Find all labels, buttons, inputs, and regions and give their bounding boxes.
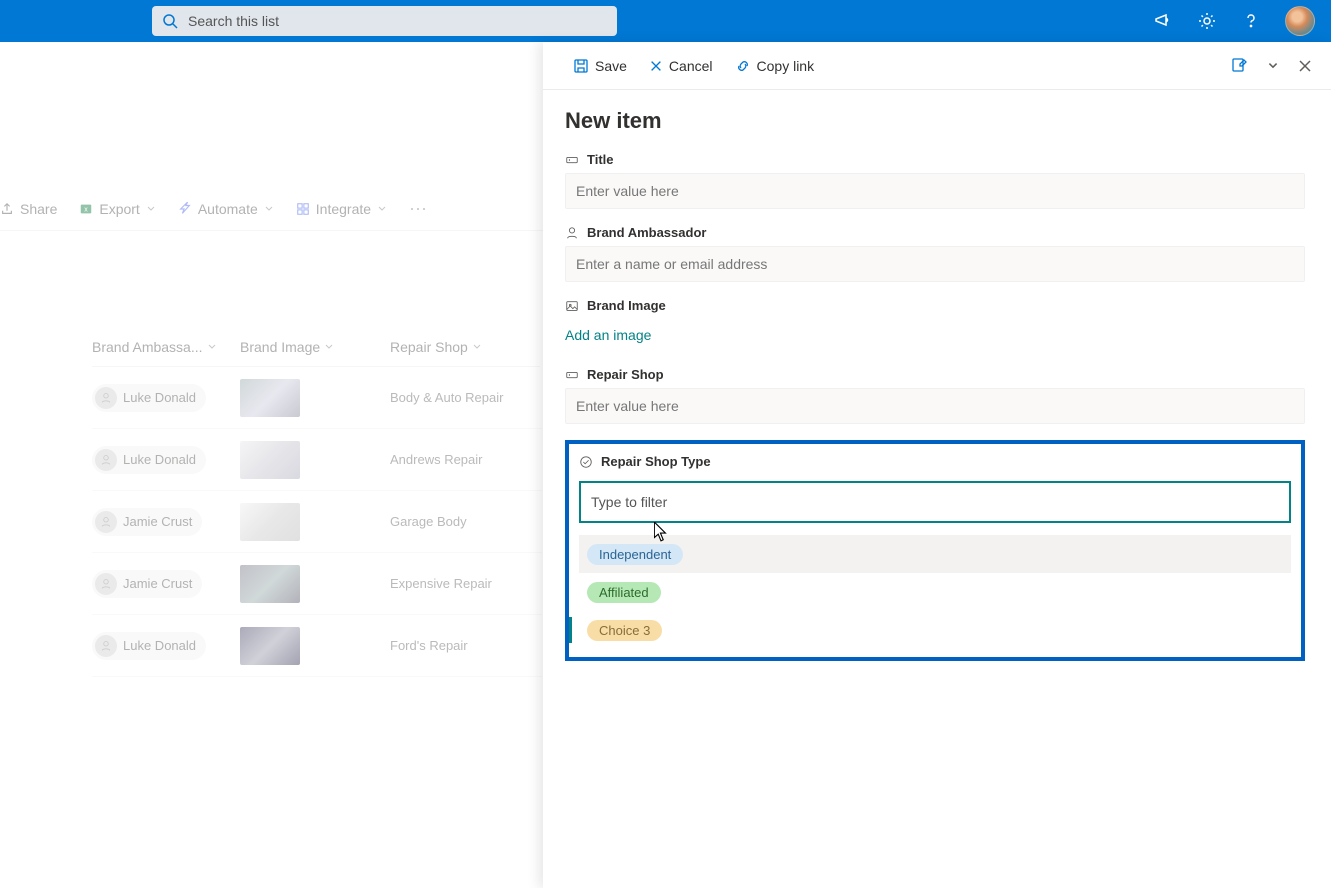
- panel-title: New item: [565, 108, 1305, 134]
- new-item-panel: Save Cancel Copy link New item Title: [543, 42, 1331, 888]
- row-thumb: [240, 627, 300, 665]
- field-brand-ambassador: Brand Ambassador: [565, 225, 1305, 282]
- repair-cell: Body & Auto Repair: [390, 390, 503, 405]
- repair-cell: Andrews Repair: [390, 452, 483, 467]
- cancel-button[interactable]: Cancel: [649, 58, 713, 74]
- person-icon: [565, 226, 579, 240]
- automate-button[interactable]: Automate: [178, 201, 274, 217]
- chevron-down-icon: [377, 204, 387, 214]
- row-thumb: [240, 379, 300, 417]
- person-pill: Jamie Crust: [92, 570, 202, 598]
- title-label: Title: [587, 152, 614, 167]
- text-field-icon: [565, 368, 579, 382]
- row-thumb: [240, 565, 300, 603]
- person-pill: Jamie Crust: [92, 508, 202, 536]
- chevron-down-icon: [146, 204, 156, 214]
- choice-dropdown: Independent Affiliated Choice 3: [579, 529, 1291, 649]
- col-header-repair-shop[interactable]: Repair Shop: [390, 339, 540, 355]
- help-icon[interactable]: [1241, 11, 1261, 31]
- share-button[interactable]: Share: [0, 201, 57, 217]
- row-thumb: [240, 503, 300, 541]
- search-icon: [162, 13, 178, 29]
- search-input[interactable]: [188, 13, 607, 29]
- panel-toolbar: Save Cancel Copy link: [543, 42, 1331, 90]
- svg-text:x: x: [85, 206, 89, 213]
- export-button[interactable]: x Export: [79, 201, 155, 217]
- repair-shop-label: Repair Shop: [587, 367, 664, 382]
- megaphone-icon[interactable]: [1153, 11, 1173, 31]
- table-row[interactable]: Jamie Crust Garage Body: [92, 491, 542, 553]
- table-row[interactable]: Luke Donald Ford's Repair: [92, 615, 542, 677]
- col-header-brand-image[interactable]: Brand Image: [240, 339, 390, 355]
- chevron-down-icon[interactable]: [1267, 60, 1279, 72]
- close-icon: [649, 59, 663, 73]
- field-repair-shop: Repair Shop: [565, 367, 1305, 424]
- repair-shop-input[interactable]: [565, 388, 1305, 424]
- person-pill: Luke Donald: [92, 632, 206, 660]
- choice-option-independent[interactable]: Independent: [579, 535, 1291, 573]
- save-icon: [573, 58, 589, 74]
- table-row[interactable]: Jamie Crust Expensive Repair: [92, 553, 542, 615]
- field-brand-image: Brand Image Add an image: [565, 298, 1305, 351]
- repair-cell: Ford's Repair: [390, 638, 468, 653]
- chevron-down-icon: [264, 204, 274, 214]
- row-thumb: [240, 441, 300, 479]
- title-input[interactable]: [565, 173, 1305, 209]
- link-icon: [735, 58, 751, 74]
- field-title: Title: [565, 152, 1305, 209]
- brand-ambassador-label: Brand Ambassador: [587, 225, 706, 240]
- table-row[interactable]: Luke Donald Andrews Repair: [92, 429, 542, 491]
- brand-ambassador-input[interactable]: [565, 246, 1305, 282]
- edit-form-icon[interactable]: [1231, 57, 1249, 75]
- repair-shop-type-label: Repair Shop Type: [601, 454, 711, 469]
- text-field-icon: [565, 153, 579, 167]
- copy-link-button[interactable]: Copy link: [735, 58, 815, 74]
- repair-cell: Expensive Repair: [390, 576, 492, 591]
- save-button[interactable]: Save: [573, 58, 627, 74]
- table-row[interactable]: Luke Donald Body & Auto Repair: [92, 367, 542, 429]
- choice-filter-input[interactable]: [579, 481, 1291, 523]
- person-pill: Luke Donald: [92, 446, 206, 474]
- chevron-down-icon: [324, 342, 334, 352]
- field-repair-shop-type-highlight: Repair Shop Type Independent Affiliated …: [565, 440, 1305, 661]
- image-icon: [565, 299, 579, 313]
- settings-icon[interactable]: [1197, 11, 1217, 31]
- add-image-link[interactable]: Add an image: [565, 319, 1305, 351]
- list-rows: Luke Donald Body & Auto Repair Luke Dona…: [92, 367, 542, 677]
- choice-option-affiliated[interactable]: Affiliated: [579, 573, 1291, 611]
- brand-image-label: Brand Image: [587, 298, 666, 313]
- chevron-down-icon: [207, 342, 217, 352]
- repair-cell: Garage Body: [390, 514, 467, 529]
- close-panel-icon[interactable]: [1297, 58, 1313, 74]
- chevron-down-icon: [472, 342, 482, 352]
- search-box[interactable]: [152, 6, 617, 36]
- integrate-button[interactable]: Integrate: [296, 201, 387, 217]
- user-avatar[interactable]: [1285, 6, 1315, 36]
- more-button[interactable]: ···: [409, 198, 427, 219]
- choice-option-choice3[interactable]: Choice 3: [579, 611, 1291, 649]
- column-headers-row: Brand Ambassa... Brand Image Repair Shop: [92, 327, 540, 367]
- person-pill: Luke Donald: [92, 384, 206, 412]
- app-topbar: [0, 0, 1331, 42]
- choice-icon: [579, 455, 593, 469]
- col-header-brand-ambassador[interactable]: Brand Ambassa...: [92, 339, 240, 355]
